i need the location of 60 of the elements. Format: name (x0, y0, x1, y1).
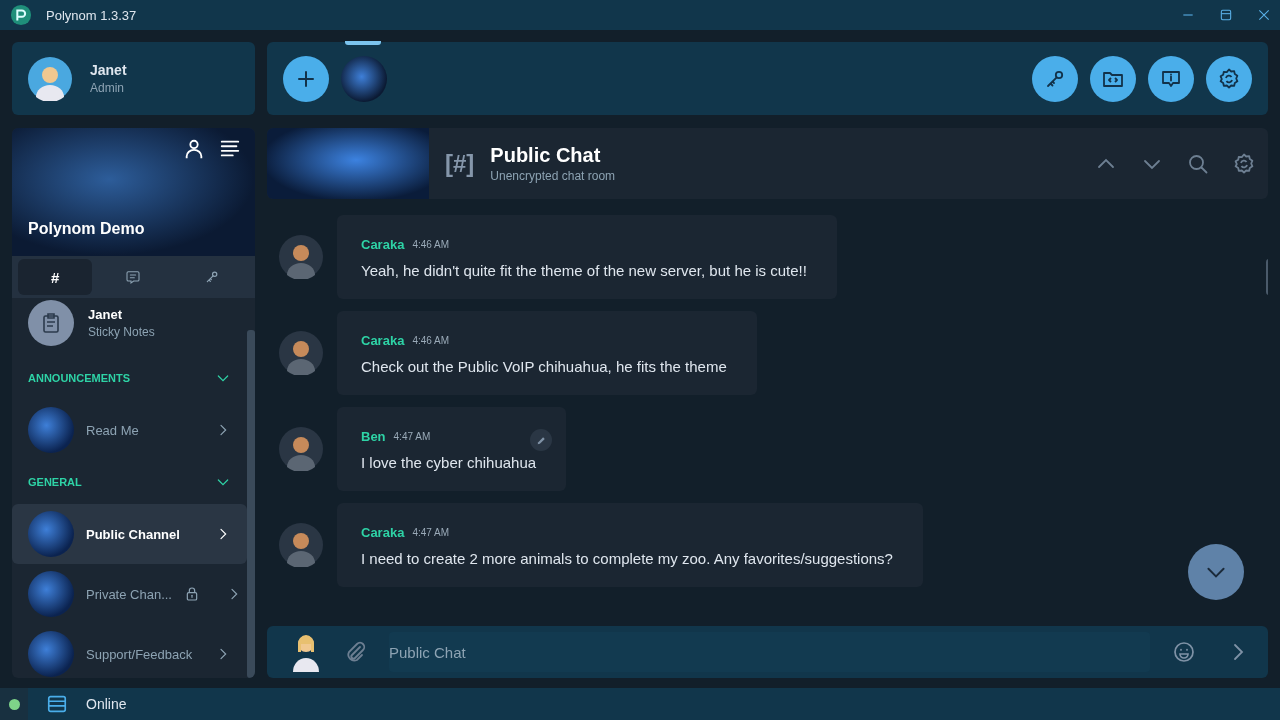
settings-button[interactable] (1206, 55, 1252, 102)
message-author[interactable]: Caraka (361, 237, 405, 252)
keys-button[interactable] (1032, 55, 1078, 102)
notes-item[interactable]: Janet Sticky Notes (12, 298, 247, 356)
channel-item[interactable]: Public Channel (12, 504, 247, 564)
notes-title: Janet (88, 307, 123, 322)
member-icon[interactable] (183, 138, 205, 160)
message-author[interactable]: Caraka (361, 525, 405, 540)
code-folder-button[interactable] (1090, 55, 1136, 102)
user-avatar (291, 632, 321, 672)
message-time: 4:47 AM (412, 527, 450, 538)
chat-title: Public Chat (490, 144, 602, 167)
category-header[interactable]: ANNOUNCEMENTS (12, 356, 247, 400)
message-time: 4:47 AM (393, 431, 431, 442)
lock-icon (184, 586, 200, 602)
status-label: Online (86, 696, 127, 712)
app-logo (10, 4, 32, 26)
channel-image (28, 407, 74, 453)
server-list-icon[interactable] (46, 693, 68, 715)
message-input[interactable]: Public Chat (389, 632, 1150, 672)
user-role: Admin (90, 81, 125, 95)
message-text: Check out the Public VoIP chihuahua, he fits the theme (361, 358, 727, 375)
message-time: 4:46 AM (412, 239, 450, 250)
category-header[interactable]: GENERAL (12, 460, 247, 504)
message-time: 4:46 AM (412, 335, 450, 346)
author-avatar (279, 427, 323, 471)
maximize-icon[interactable] (1218, 7, 1234, 23)
channel-image (28, 631, 74, 677)
info-button[interactable] (1148, 55, 1194, 102)
chat-icon (125, 269, 142, 285)
channel-type-icon: [#] (445, 149, 475, 178)
message-text: I need to create 2 more animals to complete my zoo. Any favorites/suggestions? (361, 550, 893, 567)
server-icon[interactable] (341, 55, 387, 102)
emoji-icon[interactable] (1172, 640, 1196, 664)
window-title: Polynom 1.3.37 (46, 7, 138, 23)
user-name: Janet (90, 62, 127, 78)
author-avatar (279, 331, 323, 375)
server-name: Polynom Demo (28, 220, 145, 238)
channel-item[interactable]: Support/Feedback (12, 624, 247, 678)
scrollbar-thumb[interactable] (247, 330, 255, 678)
scroll-down-button[interactable] (1188, 544, 1244, 600)
settings-icon[interactable] (1232, 151, 1256, 176)
edit-button[interactable] (530, 429, 553, 451)
sidebar-tab[interactable]: # (18, 259, 93, 295)
chat-subtitle: Unencrypted chat room (490, 169, 616, 183)
message-author[interactable]: Ben (361, 429, 386, 444)
message-author[interactable]: Caraka (361, 333, 405, 348)
channel-item[interactable]: Private Chan... (12, 564, 247, 624)
close-icon[interactable] (1256, 7, 1272, 23)
author-avatar (279, 523, 323, 567)
message-text: I love the cyber chihuahua (361, 454, 537, 471)
notes-subtitle: Sticky Notes (88, 325, 155, 339)
author-avatar (279, 235, 323, 279)
channel-image (28, 571, 74, 617)
settings-icon (1217, 66, 1241, 91)
channel-image (28, 511, 74, 557)
channel-item[interactable]: Read Me (12, 400, 247, 460)
user-avatar (28, 56, 72, 101)
add-server-button[interactable] (283, 55, 329, 102)
message-text: Yeah, he didn't quite fit the theme of the new server, but he is cute!! (361, 262, 807, 279)
